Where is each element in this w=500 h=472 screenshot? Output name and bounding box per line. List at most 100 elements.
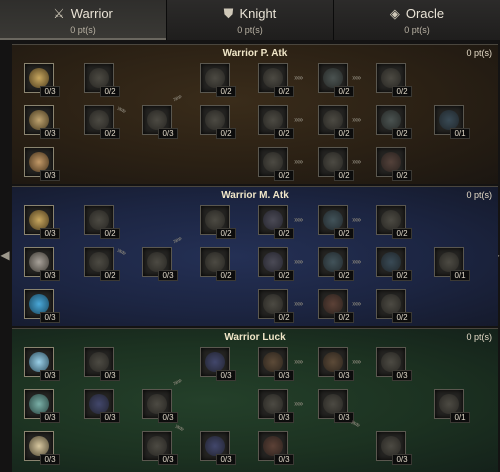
skill-count: 0/2	[216, 86, 236, 97]
skill-node[interactable]: 0/1	[434, 389, 470, 427]
skill-count: 0/2	[216, 228, 236, 239]
skill-icon	[29, 394, 49, 414]
skill-count: 0/2	[274, 312, 294, 323]
skill-node[interactable]: 0/3	[318, 347, 354, 385]
skill-icon	[89, 352, 109, 372]
skill-count: 0/2	[334, 270, 354, 281]
skill-node[interactable]: 0/3	[142, 389, 178, 427]
chevron-left-icon[interactable]: ◀	[0, 246, 10, 264]
skill-node[interactable]: 0/3	[24, 205, 60, 243]
skill-icon	[29, 68, 49, 88]
skill-node[interactable]: 0/3	[24, 289, 60, 327]
skill-node[interactable]: 0/2	[376, 247, 412, 285]
skill-node[interactable]: 0/2	[318, 289, 354, 327]
section-warrior-m-atk: Warrior M. Atk 0 pt(s) 0/3 0/2 ››››› 0/2…	[12, 186, 498, 326]
skill-icon	[205, 68, 225, 88]
skill-node[interactable]: 0/3	[142, 247, 178, 285]
skill-node[interactable]: 0/3	[24, 389, 60, 427]
skill-count: 0/3	[334, 370, 354, 381]
skill-node[interactable]: 0/2	[258, 63, 294, 101]
skill-node[interactable]: 0/2	[376, 63, 412, 101]
skill-node[interactable]: 0/2	[376, 205, 412, 243]
skill-node[interactable]: 0/3	[84, 389, 120, 427]
skill-node[interactable]: 0/3	[24, 431, 60, 469]
skill-count: 0/3	[100, 370, 120, 381]
skill-count: 0/2	[334, 128, 354, 139]
skill-node[interactable]: 0/3	[258, 389, 294, 427]
skill-node[interactable]: 0/2	[318, 63, 354, 101]
skill-node[interactable]: 0/3	[142, 431, 178, 469]
tab-oracle[interactable]: ◈ Oracle 0 pt(s)	[334, 0, 500, 40]
skill-node[interactable]: 0/2	[376, 147, 412, 185]
section-title: Warrior M. Atk	[221, 190, 289, 201]
skill-count: 0/2	[334, 228, 354, 239]
skill-icon	[323, 110, 343, 130]
skill-node[interactable]: 0/3	[24, 105, 60, 143]
skill-node[interactable]: 0/2	[84, 205, 120, 243]
skill-node[interactable]: 0/2	[258, 147, 294, 185]
skill-count: 0/3	[274, 370, 294, 381]
tab-warrior-label: Warrior	[70, 6, 113, 21]
skill-node[interactable]: 0/3	[84, 347, 120, 385]
skill-icon	[147, 394, 167, 414]
tab-warrior[interactable]: ⚔ Warrior 0 pt(s)	[0, 0, 167, 40]
skill-node[interactable]: 0/2	[258, 205, 294, 243]
skill-count: 0/2	[100, 128, 120, 139]
skill-node[interactable]: 0/3	[24, 63, 60, 101]
skill-icon	[89, 68, 109, 88]
skill-count: 0/1	[450, 412, 470, 423]
skill-node[interactable]: 0/2	[200, 247, 236, 285]
skill-count: 0/3	[216, 454, 236, 465]
skill-icon	[205, 210, 225, 230]
skill-icon	[263, 352, 283, 372]
skill-count: 0/2	[334, 170, 354, 181]
skill-icon	[205, 252, 225, 272]
skill-node[interactable]: 0/3	[376, 347, 412, 385]
skill-count: 0/3	[392, 454, 412, 465]
skill-node[interactable]: 0/2	[200, 63, 236, 101]
skill-node[interactable]: 0/1	[434, 105, 470, 143]
skill-count: 0/3	[392, 370, 412, 381]
skill-icon	[323, 68, 343, 88]
skill-node[interactable]: 0/3	[24, 147, 60, 185]
skill-node[interactable]: 0/3	[376, 431, 412, 469]
skill-count: 0/2	[334, 86, 354, 97]
skill-node[interactable]: 0/2	[376, 105, 412, 143]
skill-node[interactable]: 0/3	[258, 431, 294, 469]
skill-count: 0/2	[274, 270, 294, 281]
skill-count: 0/2	[100, 270, 120, 281]
skill-node[interactable]: 0/2	[318, 247, 354, 285]
skill-node[interactable]: 0/3	[258, 347, 294, 385]
skill-node[interactable]: 0/3	[200, 431, 236, 469]
skill-node[interactable]: 0/2	[258, 105, 294, 143]
skill-node[interactable]: 0/2	[258, 247, 294, 285]
skill-icon	[323, 210, 343, 230]
skill-node[interactable]: 0/1	[434, 247, 470, 285]
skill-node[interactable]: 0/3	[318, 389, 354, 427]
skill-icon	[381, 352, 401, 372]
skill-node[interactable]: 0/2	[200, 205, 236, 243]
skill-icon	[263, 210, 283, 230]
section-points: 0 pt(s)	[466, 332, 492, 342]
skill-icon	[381, 436, 401, 456]
skill-icon	[323, 152, 343, 172]
skill-count: 0/2	[334, 312, 354, 323]
skill-node[interactable]: 0/2	[318, 205, 354, 243]
skill-icon	[263, 110, 283, 130]
skill-node[interactable]: 0/2	[84, 63, 120, 101]
skill-count: 0/3	[216, 370, 236, 381]
skill-node[interactable]: 0/3	[24, 347, 60, 385]
skill-node[interactable]: 0/2	[318, 105, 354, 143]
section-warrior-p-atk: Warrior P. Atk 0 pt(s) 0/3 0/2 ››››› 0/2…	[12, 44, 498, 184]
skill-icon	[147, 436, 167, 456]
skill-node[interactable]: 0/2	[200, 105, 236, 143]
skill-node[interactable]: 0/2	[376, 289, 412, 327]
skill-icon	[29, 352, 49, 372]
skill-node[interactable]: 0/2	[318, 147, 354, 185]
tab-knight[interactable]: ⛊ Knight 0 pt(s)	[167, 0, 334, 40]
skill-count: 0/2	[100, 228, 120, 239]
skill-node[interactable]: 0/3	[24, 247, 60, 285]
skill-node[interactable]: 0/3	[200, 347, 236, 385]
skill-node[interactable]: 0/3	[142, 105, 178, 143]
skill-node[interactable]: 0/2	[258, 289, 294, 327]
